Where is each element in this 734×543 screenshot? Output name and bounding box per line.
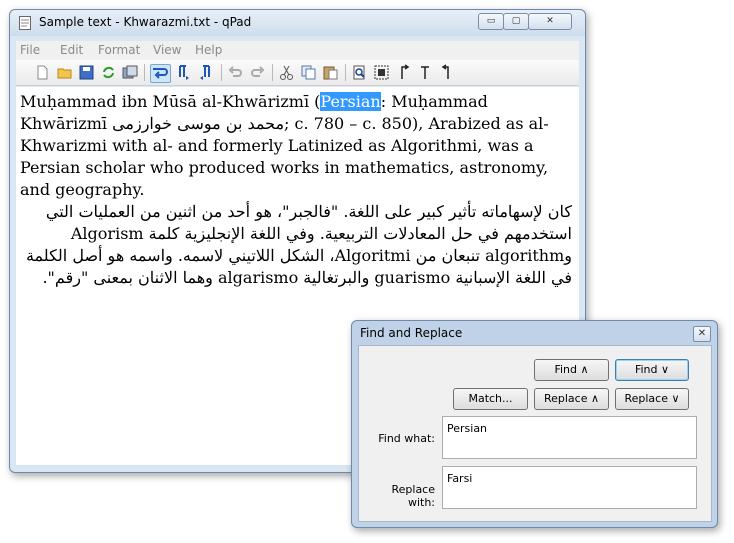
window-title: Sample text - Khwarazmi.txt - qPad [39, 15, 252, 29]
select-all-icon[interactable] [373, 64, 390, 81]
selected-text: Persian [320, 92, 381, 111]
dialog-title: Find and Replace [360, 326, 463, 340]
toolbar [16, 60, 579, 86]
copy-icon[interactable] [300, 64, 317, 81]
find-what-field[interactable]: Persian [442, 416, 697, 459]
title-bar[interactable]: Sample text - Khwarazmi.txt - qPad ▭ ▢ ✕ [10, 10, 585, 36]
replace-up-button[interactable]: Replace ∧ [534, 388, 609, 410]
paragraph-english: Muḥammad ibn Mūsā al-Khwārizmī (Persian:… [20, 91, 576, 201]
menu-file[interactable]: File [20, 43, 40, 57]
menu-bar: File Edit Format View Help [16, 41, 579, 60]
undo-icon[interactable] [227, 64, 244, 81]
find-what-label: Find what: [378, 432, 435, 445]
open-icon[interactable] [56, 64, 73, 81]
menu-edit[interactable]: Edit [60, 43, 83, 57]
replace-with-field[interactable]: Farsi [442, 466, 697, 509]
new-icon[interactable] [34, 64, 51, 81]
rtl-icon[interactable] [197, 64, 214, 81]
find-up-button[interactable]: Find ∧ [534, 359, 609, 381]
dialog-close-button[interactable]: ✕ [693, 326, 711, 342]
text-run: Muḥammad ibn Mūsā al-Khwārizmī ( [20, 92, 321, 111]
replace-down-button[interactable]: Replace ∨ [615, 388, 689, 410]
maximize-button[interactable]: ▢ [503, 13, 529, 30]
save-all-icon[interactable] [122, 64, 139, 81]
minimize-button[interactable]: ▭ [478, 13, 504, 30]
find-down-button[interactable]: Find ∨ [615, 359, 689, 381]
word-wrap-icon [153, 68, 168, 79]
pilcrow-icon[interactable] [439, 64, 456, 81]
insert-lrm-icon[interactable] [395, 64, 412, 81]
paragraph-arabic: كان لإسهاماته تأثير كبير على اللغة. "فال… [25, 202, 572, 287]
dialog-body: Find ∧ Find ∨ Match... Replace ∧ Replace… [358, 345, 712, 522]
menu-view[interactable]: View [153, 43, 181, 57]
find-icon[interactable] [351, 64, 368, 81]
toolbar-separator [272, 64, 273, 81]
notepad-icon [19, 16, 31, 30]
insert-rlm-icon[interactable] [417, 64, 434, 81]
cut-icon[interactable] [278, 64, 295, 81]
find-replace-dialog: Find and Replace ✕ Find ∧ Find ∨ Match..… [351, 320, 718, 528]
save-icon[interactable] [78, 64, 95, 81]
toolbar-separator [144, 64, 145, 81]
paste-icon[interactable] [322, 64, 339, 81]
menu-help[interactable]: Help [195, 43, 222, 57]
replace-with-label: Replace with: [391, 483, 435, 509]
match-button[interactable]: Match... [453, 388, 528, 410]
word-wrap-button[interactable] [150, 64, 171, 83]
menu-format[interactable]: Format [98, 43, 140, 57]
ltr-icon[interactable] [175, 64, 192, 81]
reload-icon[interactable] [100, 64, 117, 81]
toolbar-separator [345, 64, 346, 81]
redo-icon[interactable] [249, 64, 266, 81]
close-button[interactable]: ✕ [528, 13, 572, 30]
toolbar-separator [221, 64, 222, 81]
